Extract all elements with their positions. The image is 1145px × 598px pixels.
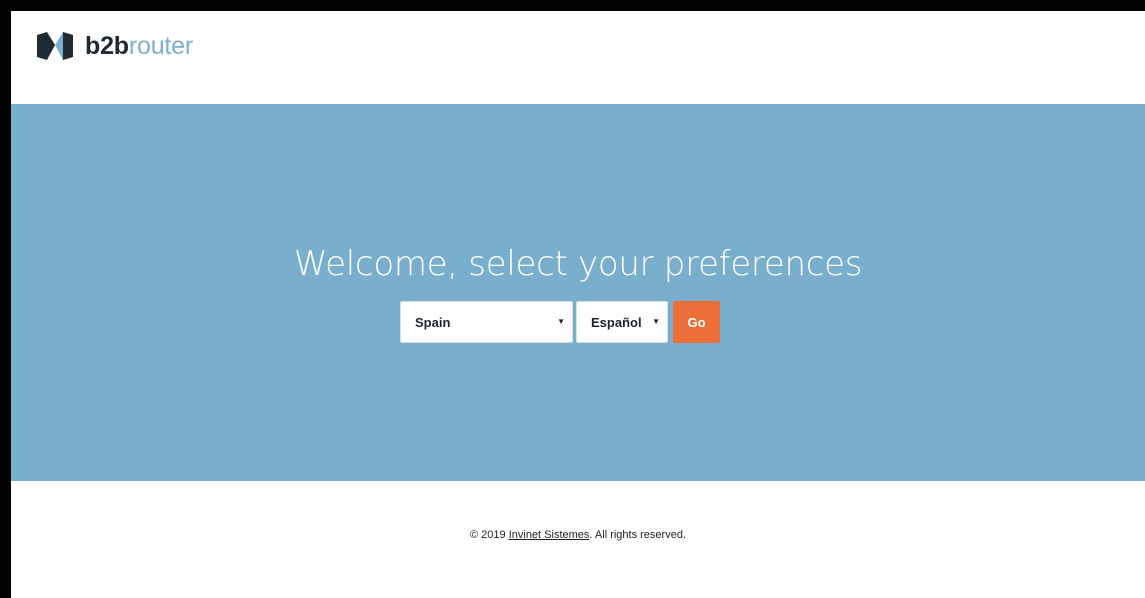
language-select[interactable]: Español ▼: [576, 301, 668, 343]
country-select-value: Spain: [415, 315, 451, 330]
copyright-suffix: . All rights reserved.: [589, 529, 686, 541]
dropdown-arrow-icon: ▼: [557, 317, 565, 326]
invinet-link[interactable]: Invinet Sistemes: [509, 529, 590, 541]
logo-link[interactable]: b2brouter: [37, 31, 193, 61]
copyright-prefix: © 2019: [470, 529, 509, 541]
site-header: b2brouter: [11, 11, 1145, 104]
go-button[interactable]: Go: [673, 301, 720, 343]
logo-text-bold: b2b: [85, 32, 129, 60]
hero-title: Welcome, select your preferences: [293, 244, 863, 284]
hero-section: Welcome, select your preferences Spain ▼…: [11, 104, 1145, 481]
logo-text-light: router: [128, 32, 193, 60]
country-select[interactable]: Spain ▼: [400, 301, 573, 343]
dropdown-arrow-icon: ▼: [652, 317, 660, 326]
site-footer: © 2019 Invinet Sistemes. All rights rese…: [11, 481, 1145, 598]
preferences-form: Spain ▼ Español ▼ Go: [400, 301, 720, 343]
copyright-text: © 2019 Invinet Sistemes. All rights rese…: [11, 529, 1145, 541]
b2brouter-logo-icon: [37, 32, 73, 60]
page-frame: b2brouter Welcome, select your preferenc…: [11, 11, 1145, 598]
logo-text: b2brouter: [85, 31, 193, 61]
language-select-value: Español: [591, 315, 642, 330]
